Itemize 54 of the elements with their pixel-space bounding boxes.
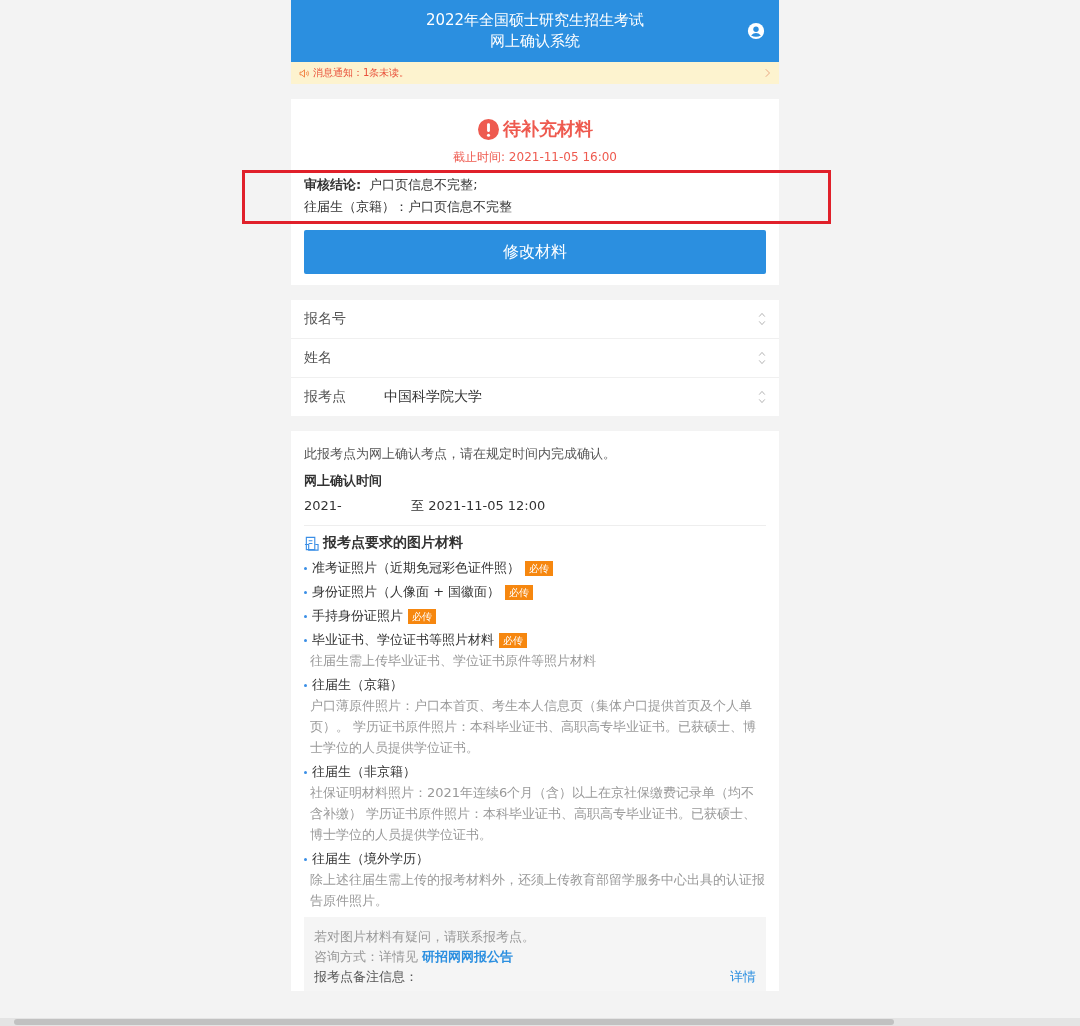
exclamation-icon xyxy=(477,118,499,140)
contact-prefix: 咨询方式：详情见 xyxy=(314,949,419,964)
scrollbar-thumb[interactable] xyxy=(14,1019,894,1025)
select-field[interactable]: 姓名 xyxy=(291,339,779,378)
edit-materials-button[interactable]: 修改材料 xyxy=(304,230,766,274)
chevron-right-icon xyxy=(765,68,771,78)
notice-text: 消息通知：1条未读。 xyxy=(313,66,411,80)
bullet-icon xyxy=(304,614,307,618)
bullet-icon xyxy=(304,683,307,687)
document-icon xyxy=(304,535,319,551)
announcement-link[interactable]: 研招网网报公告 xyxy=(422,949,514,964)
bullet-icon xyxy=(304,638,307,642)
contact-text: 若对图片材料有疑问，请联系报考点。 xyxy=(314,928,536,946)
bullet-icon xyxy=(304,566,307,570)
up-down-icon xyxy=(758,349,766,367)
notice-bar[interactable]: 消息通知：1条未读。 xyxy=(291,62,779,84)
material-title: 往届生（京籍） xyxy=(312,676,403,694)
select-field[interactable]: 报名号 xyxy=(291,300,779,339)
conclusion-detail: 往届生（京籍）：户口页信息不完整 xyxy=(304,198,513,216)
speaker-icon xyxy=(299,68,310,78)
select-field[interactable]: 报考点 中国科学院大学 xyxy=(291,378,779,416)
material-note: 除上述往届生需上传的报考材料外，还须上传教育部留学服务中心出具的认证报告原件照片。 xyxy=(309,871,766,910)
intro-text: 此报考点为网上确认考点，请在规定时间内完成确认。 xyxy=(304,445,617,463)
material-title: 往届生（非京籍） xyxy=(312,763,416,781)
bullet-icon xyxy=(304,770,307,774)
material-note: 户口薄原件照片：户口本首页、考生本人信息页（集体户口提供首页及个人单页）。 学历证书原件照片：本科毕业证书、高职高专毕业证书。已获硕士、博士学位的人员提供学位证书。 xyxy=(309,697,758,757)
conclusion-label: 审核结论: xyxy=(304,177,362,192)
time-heading: 网上确认时间 xyxy=(304,472,383,490)
material-title: 准考证照片（近期免冠彩色证件照） xyxy=(312,559,520,577)
status-title: 待补充材料 xyxy=(502,117,593,141)
required-badge: 必传 xyxy=(499,632,527,648)
material-title: 身份证照片（人像面 + 国徽面） xyxy=(312,583,501,601)
material-note: 往届生需上传毕业证书、学位证书原件等照片材料 xyxy=(309,652,597,670)
up-down-icon xyxy=(758,388,766,406)
materials-heading: 报考点要求的图片材料 xyxy=(323,534,463,552)
time-end: 至 2021-11-05 12:00 xyxy=(411,498,546,513)
required-badge: 必传 xyxy=(505,584,534,600)
bullet-icon xyxy=(304,590,307,594)
material-title: 毕业证书、学位证书等照片材料 xyxy=(312,631,494,649)
deadline-text: 截止时间: 2021-11-05 16:00 xyxy=(452,149,618,166)
material-title: 手持身份证照片 xyxy=(312,607,403,625)
up-down-icon xyxy=(758,310,766,328)
time-start: 2021- xyxy=(304,498,343,513)
conclusion-text: 户口页信息不完整; xyxy=(369,177,478,192)
material-title: 往届生（境外学历） xyxy=(312,850,429,868)
page-title: 2022年全国硕士研究生招生考试 xyxy=(425,10,645,31)
details-link[interactable]: 详情 xyxy=(730,967,756,987)
user-avatar-icon[interactable] xyxy=(747,22,765,40)
required-badge: 必传 xyxy=(525,560,553,576)
remark-label: 报考点备注信息： xyxy=(314,968,418,986)
material-note: 社保证明材料照片：2021年连续6个月（含）以上在京社保缴费记录单（均不含补缴） 学历证书原件照片：本科毕业证书、高职高专毕业证书。已获硕士、博士学位的人员提供学位证书。 xyxy=(309,784,758,844)
page-subtitle: 网上确认系统 xyxy=(490,31,580,52)
bullet-icon xyxy=(304,857,307,861)
required-badge: 必传 xyxy=(408,608,436,624)
